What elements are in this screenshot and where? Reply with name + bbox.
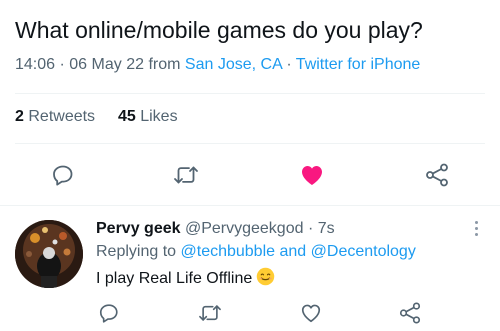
retweet-button[interactable]	[171, 160, 201, 190]
section-divider	[0, 205, 500, 206]
retweet-icon	[174, 166, 198, 184]
reply-author-name[interactable]: Pervy geek	[96, 220, 181, 237]
reply-header: Pervy geek @Pervygeekgod · 7s	[96, 218, 335, 240]
tweet-source-link[interactable]: Twitter for iPhone	[296, 56, 421, 73]
more-dot	[474, 220, 478, 224]
more-dot	[474, 232, 478, 236]
replying-and: and	[279, 243, 307, 260]
avatar-image	[15, 220, 83, 288]
replying-to: Replying to @techbubble and @Decentology	[96, 241, 416, 263]
reply-button[interactable]	[48, 160, 78, 190]
reply-share-button[interactable]	[395, 298, 425, 328]
retweets-label: Retweets	[28, 108, 96, 125]
smiling-face-emoji-icon	[256, 267, 275, 286]
share-button[interactable]	[422, 160, 452, 190]
reply-separator: ·	[307, 220, 314, 237]
from-label: from	[148, 56, 181, 73]
share-icon	[426, 163, 448, 187]
reply-bubble-icon	[99, 304, 118, 323]
likes-label: Likes	[140, 108, 178, 125]
more-options-button[interactable]	[466, 218, 486, 238]
retweets-count: 2	[15, 108, 24, 125]
reply-reply-button[interactable]	[94, 298, 124, 328]
reply-text-content: I play Real Life Offline	[96, 270, 253, 287]
tweet-text: What online/mobile games do you play?	[15, 17, 423, 43]
reply-author-handle[interactable]: @Pervygeekgod	[185, 220, 304, 237]
retweets-stat[interactable]: 2 Retweets	[15, 108, 95, 125]
tweet-meta: 14:06 · 06 May 22 from San Jose, CA · Tw…	[15, 54, 420, 76]
reply-retweet-button[interactable]	[195, 298, 225, 328]
tweet-date: 06 May 22	[69, 56, 144, 73]
replying-to-user-link[interactable]: @Decentology	[311, 243, 416, 260]
likes-stat[interactable]: 45 Likes	[118, 108, 178, 125]
likes-count: 45	[117, 108, 136, 125]
heart-outline-icon	[301, 304, 321, 323]
divider	[15, 93, 485, 94]
share-icon	[399, 302, 421, 324]
tweet-stats: 2 Retweets 45 Likes	[15, 106, 178, 128]
retweet-icon	[199, 305, 221, 321]
meta-separator: ·	[286, 56, 292, 73]
meta-separator: ·	[59, 56, 65, 73]
reply-text: I play Real Life Offline	[96, 267, 275, 290]
replying-to-label: Replying to	[96, 243, 177, 260]
reply-time[interactable]: 7s	[318, 220, 335, 237]
replying-to-user-link[interactable]: @techbubble	[181, 243, 276, 260]
avatar[interactable]	[15, 220, 83, 288]
like-button[interactable]	[297, 160, 327, 190]
more-dot	[474, 226, 478, 230]
heart-icon	[302, 166, 322, 185]
reply-bubble-icon	[53, 165, 73, 186]
tweet-time: 14:06	[15, 56, 56, 73]
reply-like-button[interactable]	[296, 298, 326, 328]
divider	[15, 143, 485, 144]
tweet-location-link[interactable]: San Jose, CA	[185, 56, 282, 73]
